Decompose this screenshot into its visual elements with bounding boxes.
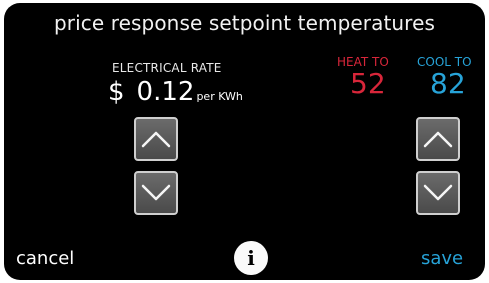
save-button[interactable]: save	[421, 248, 463, 269]
info-icon[interactable]: i	[234, 241, 268, 275]
rate-unit: per KWh	[196, 90, 243, 103]
chevron-up-icon	[141, 131, 171, 148]
setpoint-down-button[interactable]	[416, 171, 460, 215]
rate-up-button[interactable]	[134, 117, 178, 161]
cancel-button[interactable]: cancel	[16, 248, 74, 269]
electrical-rate-display: $0.12 per KWh	[108, 77, 243, 107]
rate-value: 0.12	[136, 77, 195, 107]
chevron-up-icon	[423, 131, 453, 148]
rate-currency: $	[108, 77, 125, 107]
page-title: price response setpoint temperatures	[54, 11, 435, 35]
cool-to-value: 82	[430, 67, 466, 100]
chevron-down-icon	[141, 184, 171, 201]
electrical-rate-label: ELECTRICAL RATE	[112, 61, 222, 75]
rate-down-button[interactable]	[134, 171, 178, 215]
thermostat-screen: price response setpoint temperatures ELE…	[4, 3, 485, 280]
setpoint-up-button[interactable]	[416, 117, 460, 161]
chevron-down-icon	[423, 184, 453, 201]
heat-to-value: 52	[350, 67, 386, 100]
